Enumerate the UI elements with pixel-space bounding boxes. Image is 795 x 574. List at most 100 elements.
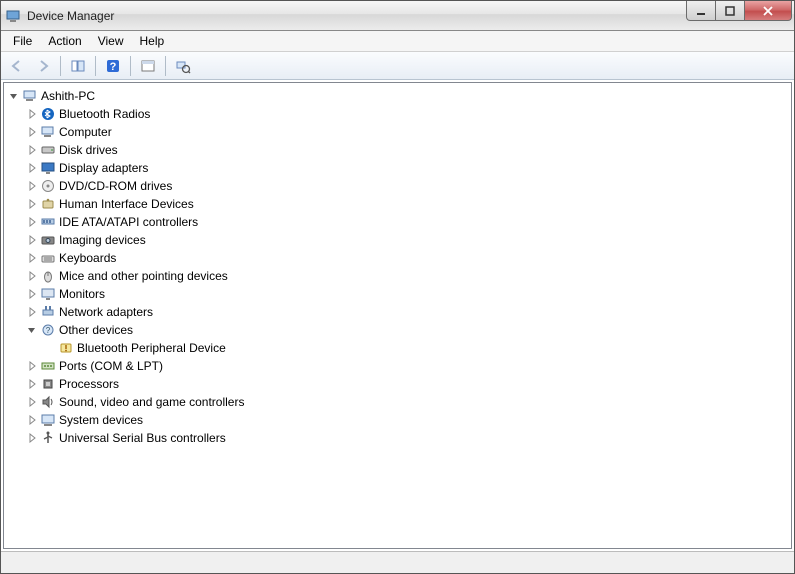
expand-toggle[interactable]: [24, 250, 40, 266]
forward-button[interactable]: [31, 55, 55, 77]
maximize-button[interactable]: [715, 1, 745, 21]
device-tree: Ashith-PC Bluetooth Radios Computer Disk…: [4, 83, 791, 451]
menubar: File Action View Help: [1, 31, 794, 52]
expand-toggle[interactable]: [24, 376, 40, 392]
expand-toggle[interactable]: [24, 124, 40, 140]
tree-category[interactable]: IDE ATA/ATAPI controllers: [6, 213, 789, 231]
tree-category-label: Other devices: [59, 321, 133, 339]
tree-category-label: Mice and other pointing devices: [59, 267, 228, 285]
menu-file[interactable]: File: [5, 32, 40, 50]
back-button[interactable]: [5, 55, 29, 77]
display-icon: [40, 160, 56, 176]
tree-category-label: Sound, video and game controllers: [59, 393, 244, 411]
tree-category-label: System devices: [59, 411, 143, 429]
tree-device-label: Bluetooth Peripheral Device: [77, 339, 226, 357]
menu-action[interactable]: Action: [40, 32, 89, 50]
expand-toggle[interactable]: [24, 196, 40, 212]
ports-icon: [40, 358, 56, 374]
computer-icon: [40, 124, 56, 140]
tree-category[interactable]: System devices: [6, 411, 789, 429]
expand-toggle[interactable]: [24, 214, 40, 230]
tree-category[interactable]: Human Interface Devices: [6, 195, 789, 213]
expand-toggle[interactable]: [24, 160, 40, 176]
expand-toggle[interactable]: [24, 394, 40, 410]
tree-pane[interactable]: Ashith-PC Bluetooth Radios Computer Disk…: [3, 82, 792, 549]
computer-icon: [22, 88, 38, 104]
expand-toggle[interactable]: [24, 286, 40, 302]
dvd-icon: [40, 178, 56, 194]
window-title: Device Manager: [27, 9, 114, 23]
tree-category-label: Monitors: [59, 285, 105, 303]
collapse-toggle[interactable]: [24, 322, 40, 338]
toolbar-separator: [60, 56, 61, 76]
expand-toggle[interactable]: [24, 304, 40, 320]
show-hide-tree-button[interactable]: [66, 55, 90, 77]
menu-help[interactable]: Help: [132, 32, 173, 50]
tree-category-label: Network adapters: [59, 303, 153, 321]
other-icon: ?: [40, 322, 56, 338]
titlebar[interactable]: Device Manager: [1, 1, 794, 31]
network-icon: [40, 304, 56, 320]
tree-category[interactable]: Universal Serial Bus controllers: [6, 429, 789, 447]
expand-toggle[interactable]: [24, 232, 40, 248]
mouse-icon: [40, 268, 56, 284]
tree-category-label: Universal Serial Bus controllers: [59, 429, 226, 447]
tree-category[interactable]: Mice and other pointing devices: [6, 267, 789, 285]
toolbar: ?: [1, 52, 794, 80]
tree-category[interactable]: Network adapters: [6, 303, 789, 321]
tree-category[interactable]: DVD/CD-ROM drives: [6, 177, 789, 195]
tree-category[interactable]: Sound, video and game controllers: [6, 393, 789, 411]
tree-category-label: Human Interface Devices: [59, 195, 194, 213]
tree-category[interactable]: Keyboards: [6, 249, 789, 267]
tree-category[interactable]: Bluetooth Radios: [6, 105, 789, 123]
monitor-icon: [40, 286, 56, 302]
tree-category[interactable]: Computer: [6, 123, 789, 141]
tree-category[interactable]: Monitors: [6, 285, 789, 303]
svg-text:?: ?: [46, 326, 51, 335]
expand-toggle[interactable]: [24, 178, 40, 194]
tree-category-label: Keyboards: [59, 249, 116, 267]
hid-icon: [40, 196, 56, 212]
tree-category[interactable]: Display adapters: [6, 159, 789, 177]
toolbar-separator: [165, 56, 166, 76]
tree-category[interactable]: Processors: [6, 375, 789, 393]
disk-icon: [40, 142, 56, 158]
window-controls: [687, 1, 792, 21]
tree-category-label: Imaging devices: [59, 231, 146, 249]
app-icon: [5, 8, 21, 24]
expand-toggle[interactable]: [24, 430, 40, 446]
cpu-icon: [40, 376, 56, 392]
tree-root-label: Ashith-PC: [41, 87, 95, 105]
scan-hardware-button[interactable]: [171, 55, 195, 77]
imaging-icon: [40, 232, 56, 248]
menu-view[interactable]: View: [90, 32, 132, 50]
minimize-button[interactable]: [686, 1, 716, 21]
tree-category-label: Computer: [59, 123, 112, 141]
tree-category-label: Bluetooth Radios: [59, 105, 150, 123]
ide-icon: [40, 214, 56, 230]
tree-category-label: Processors: [59, 375, 119, 393]
expand-toggle[interactable]: [24, 268, 40, 284]
toolbar-separator: [95, 56, 96, 76]
tree-root[interactable]: Ashith-PC: [6, 87, 789, 105]
expand-toggle[interactable]: [24, 358, 40, 374]
status-bar: [1, 551, 794, 573]
tree-category[interactable]: Ports (COM & LPT): [6, 357, 789, 375]
tree-category-label: Ports (COM & LPT): [59, 357, 163, 375]
properties-button[interactable]: [136, 55, 160, 77]
device-manager-window: Device Manager File Action View Help: [0, 0, 795, 574]
help-button[interactable]: ?: [101, 55, 125, 77]
system-icon: [40, 412, 56, 428]
tree-category-label: Display adapters: [59, 159, 148, 177]
tree-category[interactable]: Disk drives: [6, 141, 789, 159]
tree-device[interactable]: Bluetooth Peripheral Device: [6, 339, 789, 357]
tree-category[interactable]: ? Other devices: [6, 321, 789, 339]
tree-category[interactable]: Imaging devices: [6, 231, 789, 249]
collapse-toggle[interactable]: [6, 88, 22, 104]
expand-toggle[interactable]: [24, 106, 40, 122]
expand-toggle[interactable]: [24, 142, 40, 158]
expand-toggle[interactable]: [24, 412, 40, 428]
warn-icon: [58, 340, 74, 356]
tree-category-label: Disk drives: [59, 141, 118, 159]
close-button[interactable]: [744, 1, 792, 21]
